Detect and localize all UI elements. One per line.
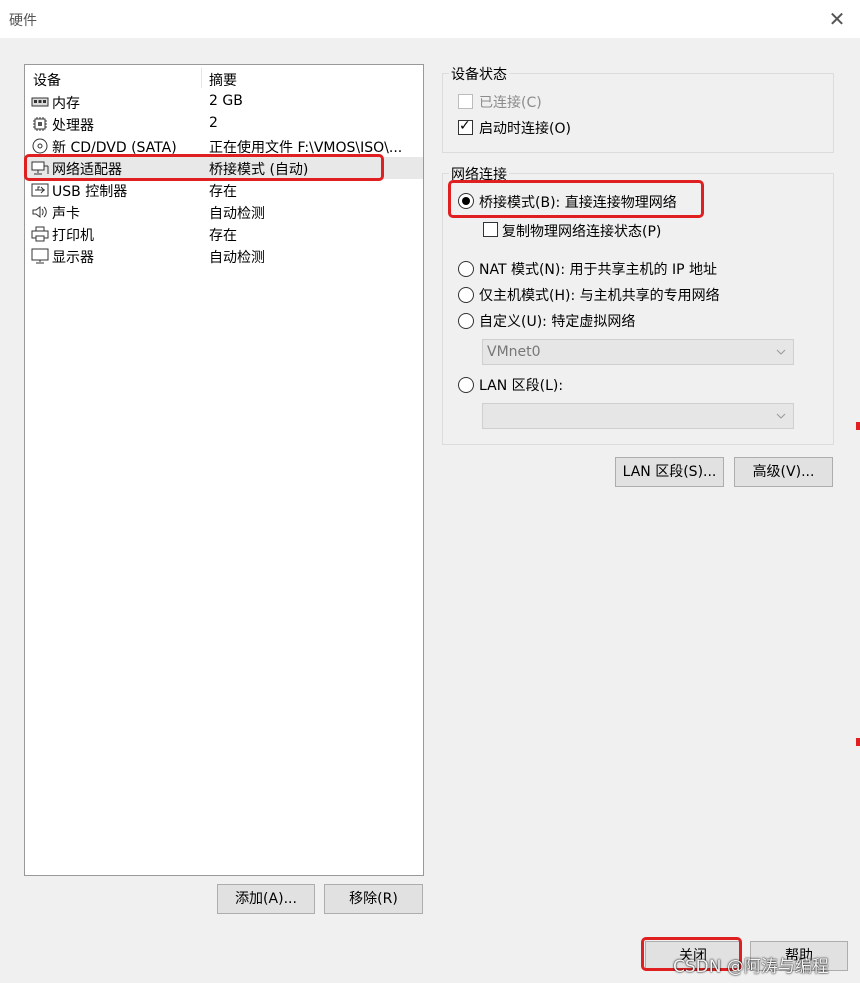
device-name: USB 控制器 bbox=[52, 184, 128, 200]
custom-radio[interactable] bbox=[458, 313, 474, 329]
highlight-network-adapter bbox=[24, 154, 384, 181]
device-row-sound-card[interactable]: 声卡 自动检测 bbox=[25, 201, 423, 223]
connected-label: 已连接(C) bbox=[479, 95, 542, 111]
list-header: 设备 摘要 bbox=[25, 65, 423, 91]
device-name: 内存 bbox=[52, 96, 80, 112]
device-status-group bbox=[442, 73, 834, 153]
device-name: 显示器 bbox=[52, 250, 94, 266]
device-row-memory[interactable]: 内存 2 GB bbox=[25, 91, 423, 113]
column-header-device[interactable]: 设备 bbox=[33, 70, 61, 90]
device-name: 打印机 bbox=[52, 228, 94, 244]
speaker-icon bbox=[32, 206, 47, 218]
replicate-state-checkbox[interactable] bbox=[483, 222, 498, 237]
title-bar: 硬件 ✕ bbox=[0, 0, 860, 38]
chevron-down-icon bbox=[776, 413, 786, 419]
cd-dvd-icon bbox=[32, 138, 48, 154]
device-status-title: 设备状态 bbox=[449, 64, 509, 84]
connected-checkbox[interactable] bbox=[458, 94, 473, 109]
device-name: 处理器 bbox=[52, 118, 94, 134]
column-header-summary[interactable]: 摘要 bbox=[209, 70, 237, 90]
device-summary: 2 GB bbox=[209, 93, 243, 109]
monitor-icon bbox=[31, 248, 49, 264]
device-summary: 2 bbox=[209, 115, 218, 131]
lan-segment-dropdown[interactable] bbox=[482, 403, 794, 429]
device-summary: 自动检测 bbox=[209, 206, 265, 222]
device-summary: 自动检测 bbox=[209, 250, 265, 266]
remove-button[interactable]: 移除(R) bbox=[324, 884, 423, 914]
watermark: CSDN @阿涛与编程 bbox=[673, 957, 829, 977]
custom-network-value: VMnet0 bbox=[487, 344, 541, 360]
host-only-radio[interactable] bbox=[458, 287, 474, 303]
lan-segment-label: LAN 区段(L): bbox=[479, 378, 564, 394]
cpu-icon bbox=[33, 117, 47, 131]
usb-icon bbox=[31, 183, 49, 197]
device-list: 设备 摘要 内存 2 GB 处理器 2 新 CD/DVD (SATA) 正在使用… bbox=[24, 64, 424, 876]
nat-radio[interactable] bbox=[458, 261, 474, 277]
lan-segment-radio[interactable] bbox=[458, 377, 474, 393]
replicate-state-label: 复制物理网络连接状态(P) bbox=[502, 224, 662, 240]
add-button[interactable]: 添加(A)... bbox=[217, 884, 315, 914]
host-only-label: 仅主机模式(H): 与主机共享的专用网络 bbox=[479, 288, 720, 304]
connect-at-power-on-label: 启动时连接(O) bbox=[479, 121, 571, 137]
device-row-printer[interactable]: 打印机 存在 bbox=[25, 223, 423, 245]
connect-at-power-on-checkbox[interactable]: ✓ bbox=[458, 118, 473, 135]
device-summary: 存在 bbox=[209, 228, 237, 244]
chevron-down-icon bbox=[776, 349, 786, 355]
device-row-display[interactable]: 显示器 自动检测 bbox=[25, 245, 423, 267]
device-row-cpu[interactable]: 处理器 2 bbox=[25, 113, 423, 135]
custom-network-dropdown[interactable]: VMnet0 bbox=[482, 339, 794, 365]
device-row-usb[interactable]: USB 控制器 存在 bbox=[25, 179, 423, 201]
checkmark-icon: ✓ bbox=[459, 118, 471, 134]
close-icon[interactable]: ✕ bbox=[822, 4, 852, 34]
window-title: 硬件 bbox=[9, 13, 37, 29]
memory-icon bbox=[31, 97, 49, 107]
printer-icon bbox=[31, 226, 49, 242]
advanced-button[interactable]: 高级(V)... bbox=[734, 457, 833, 487]
device-summary: 存在 bbox=[209, 184, 237, 200]
highlight-bridged bbox=[448, 180, 704, 218]
lan-segments-button[interactable]: LAN 区段(S)... bbox=[615, 457, 724, 487]
custom-label: 自定义(U): 特定虚拟网络 bbox=[479, 314, 636, 330]
nat-label: NAT 模式(N): 用于共享主机的 IP 地址 bbox=[479, 262, 717, 278]
device-name: 声卡 bbox=[52, 206, 80, 222]
